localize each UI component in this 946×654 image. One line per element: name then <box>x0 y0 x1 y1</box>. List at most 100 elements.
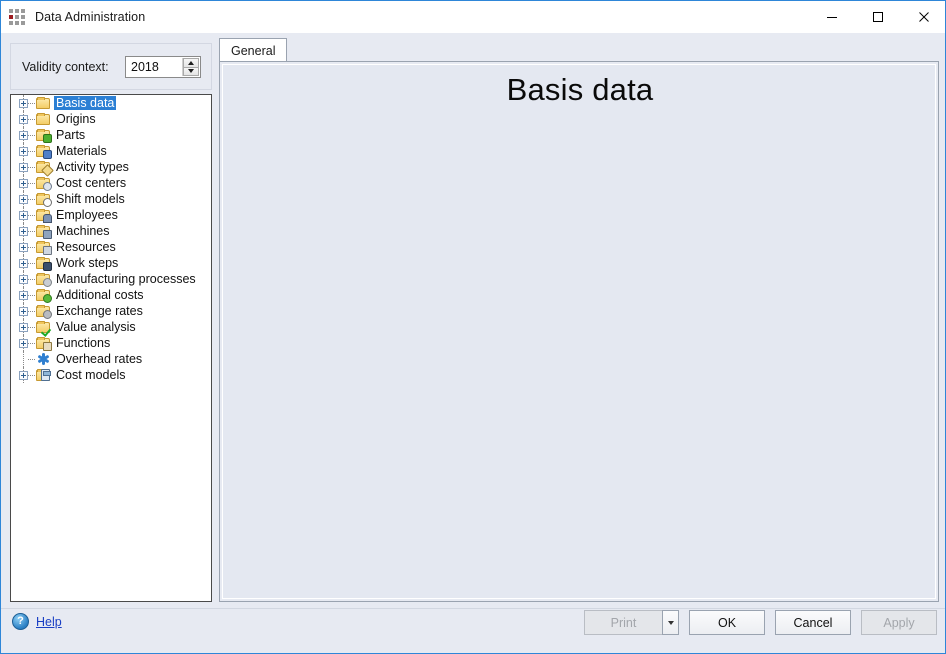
tree-connector-dots <box>28 102 35 104</box>
tree-item-label: Employees <box>56 208 118 222</box>
spin-down-icon[interactable] <box>183 67 199 76</box>
propeller-icon <box>35 352 51 366</box>
tree-connector-dots <box>28 150 35 152</box>
page-title: Basis data <box>506 72 654 107</box>
help-link-group[interactable]: ? Help <box>12 613 62 630</box>
tree-item-machines[interactable]: Machines <box>11 223 211 239</box>
tree-connector-dots <box>28 294 35 296</box>
validity-context-spinner[interactable]: 2018 <box>125 56 201 78</box>
validity-context-input[interactable]: 2018 <box>126 57 182 77</box>
tree-item-overhead-rates[interactable]: Overhead rates <box>11 351 211 367</box>
expand-plus-icon[interactable] <box>19 210 28 220</box>
tree-item-cost-models[interactable]: Cost models <box>11 367 211 383</box>
expand-plus-icon[interactable] <box>19 130 28 140</box>
expand-plus-icon[interactable] <box>19 194 28 204</box>
expand-plus-icon[interactable] <box>19 274 28 284</box>
expand-plus-icon[interactable] <box>19 242 28 252</box>
tree-connector-dots <box>28 262 35 264</box>
tree-item-materials[interactable]: Materials <box>11 143 211 159</box>
tree-item-label: Manufacturing processes <box>56 272 196 286</box>
tree-item-label: Resources <box>56 240 116 254</box>
tree-item-label: Cost models <box>56 368 126 382</box>
tree-item-label: Additional costs <box>56 288 144 302</box>
expand-plus-icon[interactable] <box>19 226 28 236</box>
tree-connector-dots <box>28 374 35 376</box>
tree-item-manufacturing-processes[interactable]: Manufacturing processes <box>11 271 211 287</box>
tree-item-work-steps[interactable]: Work steps <box>11 255 211 271</box>
tree-item-employees[interactable]: Employees <box>11 207 211 223</box>
validity-context-group: Validity context: 2018 <box>10 43 212 90</box>
tree-item-parts[interactable]: Parts <box>11 127 211 143</box>
tree-item-functions[interactable]: Functions <box>11 335 211 351</box>
expand-plus-icon[interactable] <box>19 162 28 172</box>
folder-machine-icon <box>35 224 52 239</box>
chevron-down-icon[interactable] <box>662 610 679 635</box>
expand-plus-icon[interactable] <box>19 290 28 300</box>
expand-plus-icon[interactable] <box>19 370 28 380</box>
tree-item-label: Cost centers <box>56 176 127 190</box>
help-link[interactable]: Help <box>36 615 62 629</box>
tree-connector-dots <box>28 342 35 344</box>
apply-button[interactable]: Apply <box>861 610 937 635</box>
folder-icon <box>35 112 51 126</box>
maximize-icon[interactable] <box>855 1 901 33</box>
tree-connector-dots <box>28 166 35 168</box>
cancel-button[interactable]: Cancel <box>775 610 851 635</box>
expand-plus-icon[interactable] <box>19 306 28 316</box>
folder-value-analysis-icon <box>35 320 51 334</box>
folder-cost-center-icon <box>35 176 52 191</box>
folder-functions-icon <box>35 336 52 351</box>
tree-item-exchange-rates[interactable]: Exchange rates <box>11 303 211 319</box>
close-icon[interactable] <box>901 1 945 33</box>
minimize-icon[interactable] <box>809 1 855 33</box>
tree-item-label: Overhead rates <box>56 352 143 366</box>
tree-connector-dots <box>28 182 35 184</box>
tab-strip: General <box>219 38 939 62</box>
expand-plus-icon[interactable] <box>19 146 28 156</box>
tree-connector-dots <box>28 358 35 360</box>
print-split-button[interactable]: Print <box>584 610 679 635</box>
tree-item-label: Materials <box>56 144 107 158</box>
tree-item-basis-data[interactable]: Basis data <box>11 95 211 111</box>
expand-plus-icon[interactable] <box>19 114 28 124</box>
expand-plus-icon[interactable] <box>19 322 28 332</box>
expand-plus-icon[interactable] <box>19 258 28 268</box>
tree-item-value-analysis[interactable]: Value analysis <box>11 319 211 335</box>
expand-plus-icon[interactable] <box>19 338 28 348</box>
title-bar: Data Administration <box>1 0 945 33</box>
folder-parts-icon <box>35 128 52 143</box>
tree-item-cost-centers[interactable]: Cost centers <box>11 175 211 191</box>
tree-item-origins[interactable]: Origins <box>11 111 211 127</box>
tree-item-label: Parts <box>56 128 86 142</box>
tree-item-label: Activity types <box>56 160 129 174</box>
tree-item-label: Exchange rates <box>56 304 143 318</box>
tree-item-additional-costs[interactable]: Additional costs <box>11 287 211 303</box>
footer-divider <box>1 608 945 609</box>
tree-connector-dots <box>28 230 35 232</box>
tree-item-resources[interactable]: Resources <box>11 239 211 255</box>
folder-materials-icon <box>35 144 52 159</box>
tree-item-activity-types[interactable]: Activity types <box>11 159 211 177</box>
validity-context-label: Validity context: <box>22 59 109 74</box>
tree-item-shift-models[interactable]: Shift models <box>11 191 211 207</box>
tree-item-label: Basis data <box>54 96 117 110</box>
tree-connector-dots <box>28 118 35 120</box>
folder-activity-icon <box>35 160 54 177</box>
tree-connector-dots <box>28 198 35 200</box>
window-controls <box>809 1 945 33</box>
spin-up-icon[interactable] <box>183 58 199 68</box>
expand-plus-icon[interactable] <box>19 98 28 108</box>
tree-connector-dots <box>28 310 35 312</box>
print-button[interactable]: Print <box>584 610 662 635</box>
dialog-buttons: Print OK Cancel Apply <box>584 610 937 635</box>
ok-button[interactable]: OK <box>689 610 765 635</box>
folder-shift-icon <box>35 192 52 207</box>
folder-icon <box>35 96 51 110</box>
tab-general[interactable]: General <box>219 38 288 62</box>
expand-plus-icon[interactable] <box>19 178 28 188</box>
content-inner: Basis data <box>222 64 936 599</box>
tree-connector-dots <box>28 134 35 136</box>
navigation-tree[interactable]: Basis data Origins Parts Materials Activity … <box>10 94 212 602</box>
tree-item-label: Work steps <box>56 256 119 270</box>
